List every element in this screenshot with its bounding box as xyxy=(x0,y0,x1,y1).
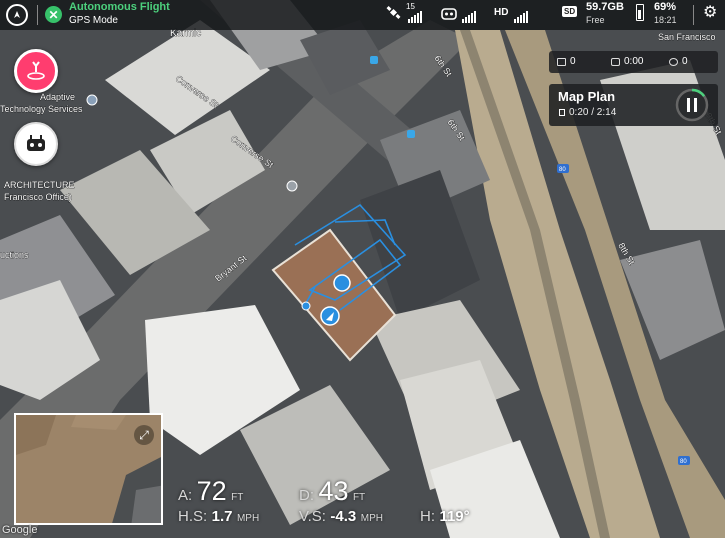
gear-icon[interactable]: ⚙ xyxy=(703,5,717,21)
distance-readout: D: 43 FT xyxy=(299,476,365,507)
controller-button[interactable] xyxy=(14,122,58,166)
sd-card-icon: SD xyxy=(562,6,578,17)
altitude-unit: FT xyxy=(231,492,244,503)
remote-controller-icon xyxy=(27,135,45,151)
vertical-speed-label: V.S: xyxy=(299,508,326,525)
panorama-count-value: 0 xyxy=(682,56,688,67)
heading-readout: H: 119° xyxy=(420,508,470,526)
horizontal-speed-value: 1.7 xyxy=(211,508,233,525)
video-signal-bars xyxy=(514,10,528,23)
label-adaptive: Adaptive xyxy=(40,92,75,102)
map-icon xyxy=(559,109,565,116)
vertical-speed-unit: MPH xyxy=(360,513,383,524)
google-logo: Google xyxy=(2,524,38,536)
mission-title: Map Plan xyxy=(558,89,616,104)
shield-1: 80 xyxy=(559,167,566,173)
distance-label: D: xyxy=(299,487,314,504)
mission-progress: 0:20 / 2:14 xyxy=(559,107,616,118)
heading-value: 119° xyxy=(439,508,470,525)
label-auctions: uctions xyxy=(0,250,29,260)
panorama-icon xyxy=(669,57,678,66)
flight-mode-subtitle: GPS Mode xyxy=(69,15,118,26)
media-counter-bar: 0 0:00 0 xyxy=(549,51,718,73)
shield-2: 80 xyxy=(680,459,687,465)
photo-icon xyxy=(557,57,566,66)
label-technology: Technology Services xyxy=(0,104,83,114)
vertical-speed-readout: V.S: -4.3 MPH xyxy=(299,508,383,526)
video-icon xyxy=(611,57,620,66)
storage-free-label: Free xyxy=(586,15,605,25)
label-sf-office: Francisco Office) xyxy=(4,192,72,202)
remaining-flight-time: 18:21 xyxy=(654,15,677,25)
divider xyxy=(37,5,38,25)
horizontal-speed-label: H.S: xyxy=(178,508,208,525)
back-button[interactable] xyxy=(6,4,28,26)
pause-button[interactable] xyxy=(674,87,710,123)
video-time: 0:00 xyxy=(611,56,643,67)
altitude-readout: A: 72 FT xyxy=(178,476,243,507)
takeoff-icon xyxy=(27,61,45,80)
flight-mode-icon: ✕ xyxy=(45,6,62,23)
battery-percent: 69% xyxy=(654,1,677,13)
satellite-icon xyxy=(386,6,401,19)
rc-signal-bars xyxy=(462,10,476,23)
gps-signal-bars xyxy=(408,10,422,23)
mission-progress-value: 0:20 / 2:14 xyxy=(569,107,617,118)
mission-panel: Map Plan 0:20 / 2:14 xyxy=(549,84,718,126)
navigation-arrow-icon xyxy=(14,11,20,18)
video-quality: HD xyxy=(494,7,509,18)
horizontal-speed-unit: MPH xyxy=(236,513,260,524)
panorama-count: 0 xyxy=(669,56,688,67)
storage-free: 59.7GB xyxy=(586,1,624,13)
video-time-value: 0:00 xyxy=(624,56,644,67)
photo-count: 0 xyxy=(557,56,576,67)
horizontal-speed-readout: H.S: 1.7 MPH xyxy=(178,508,259,526)
distance-unit: FT xyxy=(352,492,366,503)
takeoff-button[interactable] xyxy=(14,49,58,93)
label-san-francisco: San Francisco xyxy=(658,32,716,42)
remote-controller-icon xyxy=(441,8,457,20)
vertical-speed-value: -4.3 xyxy=(330,508,357,525)
expand-icon[interactable]: ⤢ xyxy=(134,425,154,445)
altitude-value: 72 xyxy=(196,476,227,506)
status-bar: ✕ Autonomous Flight GPS Mode 15 HD SD 59… xyxy=(0,0,725,30)
pause-icon xyxy=(687,98,690,112)
distance-value: 43 xyxy=(318,476,349,506)
label-architecture: ARCHITECTURE xyxy=(4,180,75,190)
flight-mode-title[interactable]: Autonomous Flight xyxy=(69,1,170,13)
photo-count-value: 0 xyxy=(570,56,576,67)
altitude-label: A: xyxy=(178,487,193,504)
camera-preview[interactable]: ⤢ xyxy=(14,413,163,525)
heading-label: H: xyxy=(420,508,435,525)
divider xyxy=(693,5,694,25)
battery-icon xyxy=(636,4,644,21)
